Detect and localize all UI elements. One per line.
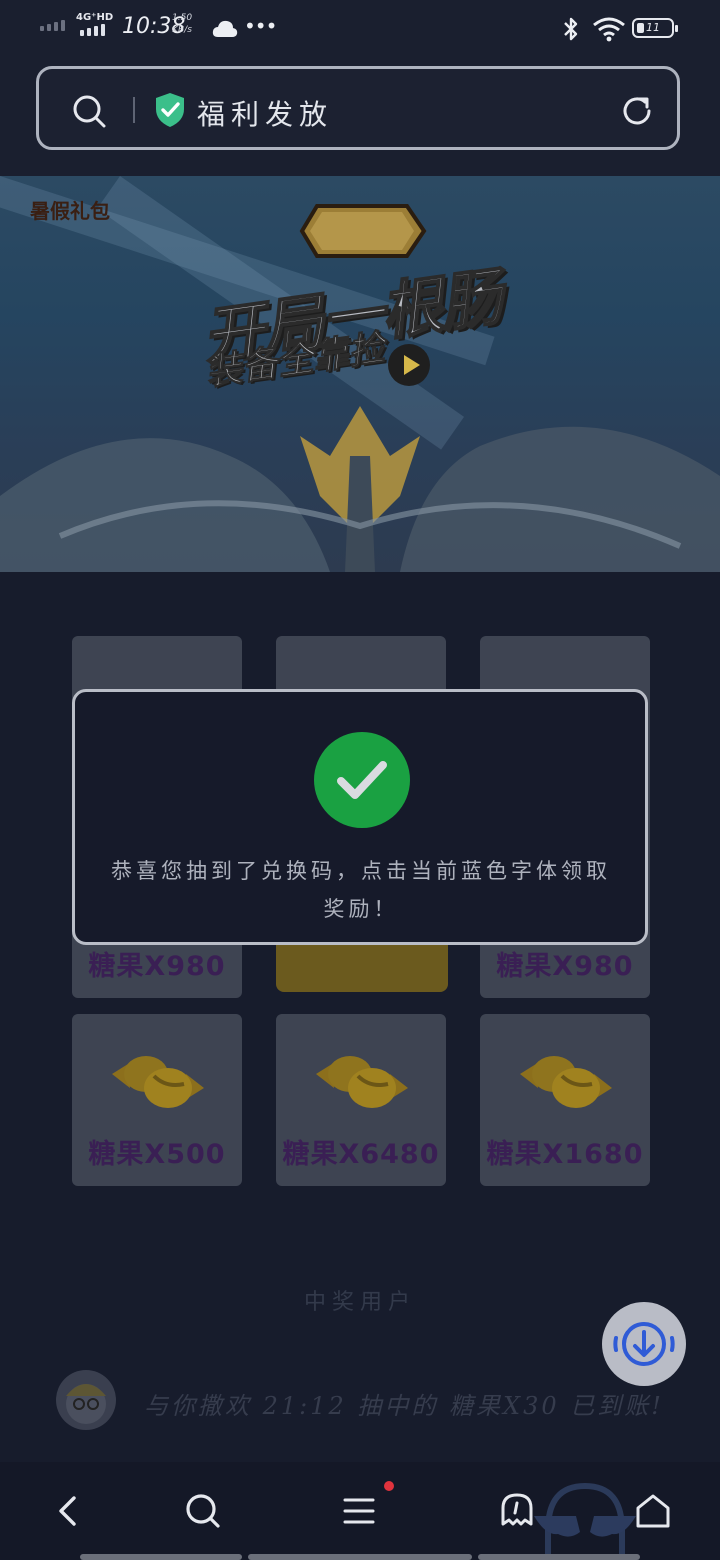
refresh-icon[interactable] bbox=[619, 93, 655, 129]
candy-icon bbox=[520, 1056, 612, 1108]
play-icon[interactable] bbox=[388, 344, 430, 386]
sim1-signal-icon bbox=[40, 20, 65, 31]
status-bar: 4G⁺HD 10:38 1.50 KB/s ••• 11 bbox=[0, 0, 720, 58]
winner-ticker: 与你撒欢 21:12 抽中的 糖果X30 已到账! bbox=[144, 1392, 664, 1420]
battery-level: 11 bbox=[646, 21, 660, 34]
result-message[interactable]: 恭喜您抽到了兑换码，点击当前蓝色字体领取奖励！ bbox=[101, 852, 621, 928]
promo-banner[interactable]: 暑假礼包 开局一根肠 装备全靠捡 bbox=[0, 176, 720, 572]
candy-icon bbox=[316, 1056, 408, 1108]
prize-label: 糖果X1680 bbox=[486, 1139, 644, 1170]
network-type: 4G⁺HD bbox=[76, 12, 114, 23]
browser-toolbar: 福利发放 bbox=[0, 58, 720, 176]
shield-check-icon bbox=[156, 93, 184, 127]
success-check-icon bbox=[314, 732, 410, 828]
bottom-nav bbox=[0, 1462, 720, 1560]
address-bar[interactable]: 福利发放 bbox=[36, 66, 680, 150]
network-speed: 1.50 KB/s bbox=[172, 12, 192, 36]
prize-cell[interactable]: 糖果X6480 bbox=[276, 1014, 446, 1186]
speed-value: 1.50 bbox=[172, 13, 193, 23]
prize-label: 糖果X500 bbox=[88, 1139, 226, 1170]
candy-icon bbox=[112, 1056, 204, 1108]
sim2-signal-icon bbox=[80, 24, 105, 36]
avatar bbox=[56, 1370, 116, 1430]
prize-label: 糖果X6480 bbox=[282, 1139, 440, 1170]
home-icon[interactable] bbox=[628, 1486, 678, 1536]
search-icon[interactable] bbox=[71, 93, 107, 129]
search-icon[interactable] bbox=[178, 1486, 228, 1536]
gesture-bar[interactable] bbox=[478, 1554, 640, 1560]
download-button[interactable] bbox=[602, 1302, 686, 1386]
prize-label: 糖果X980 bbox=[496, 951, 634, 982]
menu-icon[interactable] bbox=[334, 1486, 384, 1536]
download-icon bbox=[613, 1322, 675, 1366]
summer-badge-shape bbox=[299, 204, 427, 258]
prize-cell[interactable]: 糖果X500 bbox=[72, 1014, 242, 1186]
page-title: 福利发放 bbox=[197, 98, 334, 131]
wifi-icon bbox=[593, 17, 625, 42]
summer-badge: 暑假礼包 bbox=[30, 199, 110, 223]
gesture-bar[interactable] bbox=[80, 1554, 242, 1560]
cloud-weather-icon bbox=[212, 20, 238, 37]
bluetooth-icon bbox=[564, 17, 578, 41]
mascot-icon[interactable] bbox=[530, 1480, 640, 1560]
divider bbox=[133, 97, 135, 123]
prize-label: 糖果X980 bbox=[88, 951, 226, 982]
battery-icon: 11 bbox=[632, 18, 678, 38]
speed-unit: KB/s bbox=[172, 25, 192, 35]
gesture-bar[interactable] bbox=[248, 1554, 472, 1560]
prize-cell[interactable]: 糖果X1680 bbox=[480, 1014, 650, 1186]
result-dialog[interactable]: 恭喜您抽到了兑换码，点击当前蓝色字体领取奖励！ bbox=[72, 689, 648, 945]
more-dots-icon: ••• bbox=[244, 14, 277, 38]
back-icon[interactable] bbox=[44, 1486, 94, 1536]
notification-dot bbox=[384, 1481, 394, 1491]
